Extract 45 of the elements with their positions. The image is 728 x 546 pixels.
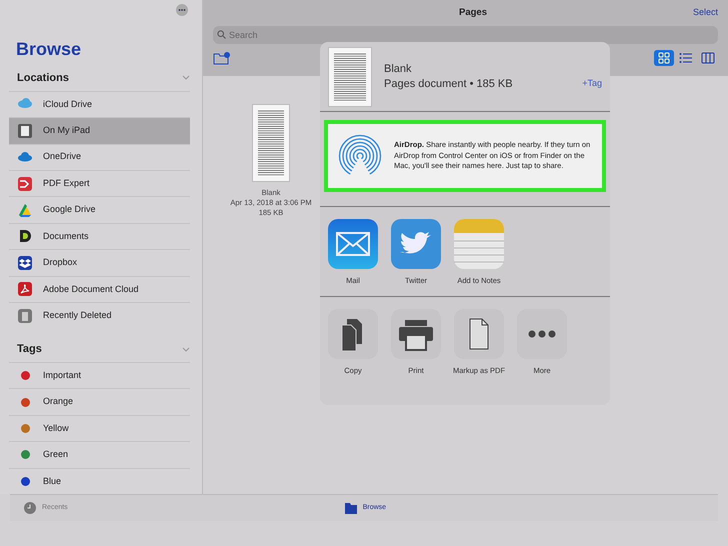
trash-icon	[17, 308, 33, 324]
sidebar-item[interactable]: Documents	[9, 222, 190, 250]
mail-icon	[328, 219, 378, 269]
sidebar-item[interactable]: Recently Deleted	[9, 302, 190, 328]
document-thumbnail	[328, 47, 372, 106]
search-field[interactable]: Search	[213, 26, 718, 44]
sidebar-item[interactable]: PDF Expert	[9, 170, 190, 196]
select-button[interactable]: Select	[692, 6, 718, 20]
chevron-icon	[182, 75, 190, 80]
clock-icon	[24, 502, 36, 514]
triangle-icon	[17, 202, 33, 218]
more-icon	[517, 309, 567, 360]
section-heading: Locations	[17, 70, 69, 86]
pdf-app-icon	[17, 176, 33, 192]
letter-d-icon	[17, 228, 33, 244]
pdf-document-icon	[454, 309, 504, 360]
airdrop-icon	[338, 134, 382, 178]
copy-icon	[328, 309, 378, 360]
sidebar-item[interactable]: Google Drive	[9, 196, 190, 223]
nav-title: Pages	[458, 6, 487, 20]
folder-icon	[344, 502, 357, 514]
tag-button[interactable]: +Tag	[582, 76, 602, 90]
sidebar-item[interactable]: OneDrive	[9, 144, 190, 170]
dropbox-icon	[17, 254, 33, 271]
sidebar-title: Browse	[16, 38, 82, 61]
sidebar-item[interactable]: On My iPad	[9, 117, 190, 144]
search-icon	[217, 30, 226, 38]
printer-icon	[391, 309, 441, 360]
sidebar-item[interactable]: Adobe Document Cloud	[9, 276, 190, 302]
sidebar-item[interactable]: Important	[9, 362, 190, 388]
notepad-icon	[454, 219, 504, 269]
grid-view-button[interactable]	[654, 50, 674, 66]
sidebar-item[interactable]: Dropbox	[9, 249, 190, 276]
section-heading: Tags	[17, 342, 42, 357]
document-name: Blank	[384, 62, 413, 76]
document-info: Pages document • 185 KB	[384, 76, 514, 92]
tablet-icon	[17, 122, 33, 139]
acrobat-icon	[17, 281, 33, 298]
chevron-icon	[182, 346, 190, 352]
sidebar-item[interactable]: Green	[9, 441, 190, 468]
new-folder-icon[interactable]	[213, 50, 230, 64]
sidebar-item[interactable]: Yellow	[9, 414, 190, 442]
bird-icon	[391, 219, 441, 269]
sidebar-item[interactable]: Orange	[9, 388, 190, 415]
more-icon[interactable]	[176, 4, 188, 16]
